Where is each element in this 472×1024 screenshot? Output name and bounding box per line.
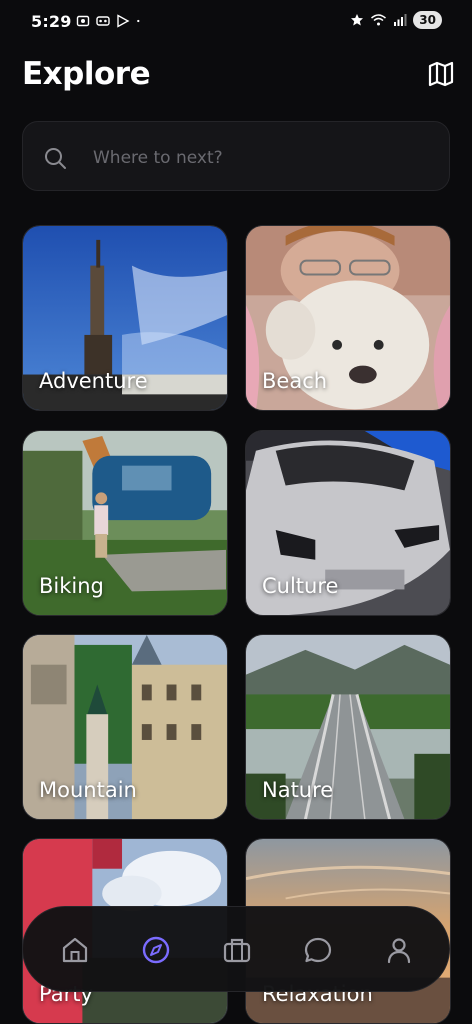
search-icon — [45, 148, 66, 169]
status-bar: 5:29 30 — [0, 0, 472, 46]
category-card-biking[interactable]: Biking — [22, 430, 228, 616]
briefcase-icon — [223, 938, 251, 963]
wifi-icon — [371, 14, 387, 26]
home-icon — [62, 937, 88, 963]
page-title: Explore — [22, 56, 151, 92]
system-icons: 30 — [350, 11, 442, 29]
nav-explore[interactable] — [136, 930, 176, 970]
status-time: 5:29 — [31, 12, 72, 31]
category-label: Beach — [262, 369, 328, 393]
category-label: Biking — [39, 574, 104, 598]
category-card-culture[interactable]: Culture — [245, 430, 451, 616]
search-box[interactable] — [22, 121, 450, 191]
nav-profile[interactable] — [379, 930, 419, 970]
screenshot-icon — [76, 15, 90, 27]
category-label: Nature — [262, 778, 334, 802]
map-icon — [428, 61, 454, 87]
category-card-nature[interactable]: Nature — [245, 634, 451, 820]
category-label: Adventure — [39, 369, 148, 393]
star-icon — [351, 14, 364, 26]
voicemail-icon — [96, 16, 110, 26]
nav-home[interactable] — [55, 930, 95, 970]
compass-icon — [142, 936, 170, 964]
category-card-mountain[interactable]: Mountain — [22, 634, 228, 820]
battery-indicator: 30 — [413, 11, 442, 29]
chat-icon — [304, 937, 332, 963]
category-label: Mountain — [39, 778, 137, 802]
category-card-adventure[interactable]: Adventure — [22, 225, 228, 411]
category-card-beach[interactable]: Beach — [245, 225, 451, 411]
search-input[interactable] — [91, 140, 425, 176]
nav-messages[interactable] — [298, 930, 338, 970]
play-store-icon — [117, 14, 130, 28]
signal-icon — [394, 14, 407, 26]
map-button[interactable] — [424, 57, 458, 91]
notification-icons — [76, 14, 144, 28]
person-icon — [387, 938, 411, 964]
bottom-navigation — [22, 906, 450, 992]
category-label: Culture — [262, 574, 339, 598]
dot-icon — [137, 19, 140, 23]
nav-trips[interactable] — [217, 930, 257, 970]
